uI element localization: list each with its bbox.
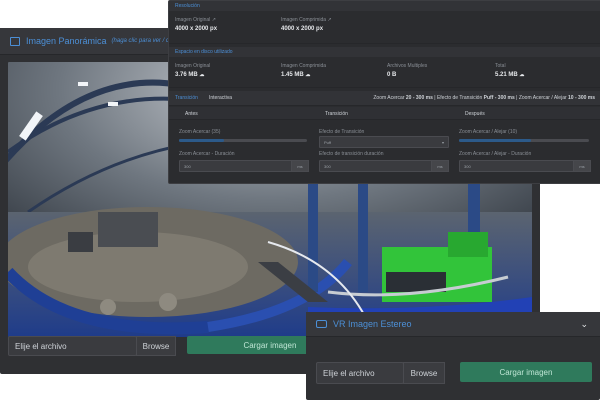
vr-upload-label: Cargar imagen xyxy=(499,367,553,377)
external-link-icon[interactable]: ↗ xyxy=(212,17,216,23)
cloud-icon: ☁ xyxy=(519,72,525,78)
zoom-summary-prefix: Zoom Acercar xyxy=(373,95,405,101)
zoom-in-duration-input[interactable]: 300 xyxy=(179,160,293,172)
vr-goggles-icon xyxy=(316,320,327,328)
zoom-inout-duration-input[interactable]: 300 xyxy=(459,160,575,172)
storage-original-col: Imagen Original 3.76 MB ☁ xyxy=(175,63,210,78)
chevron-down-icon[interactable]: ⌄ xyxy=(580,319,588,330)
panorama-title: Imagen Panorámica xyxy=(26,36,107,46)
transition-duration-unit: ms xyxy=(431,160,449,172)
zoom-summary-mid: | Efecto de Transición xyxy=(434,95,483,101)
original-image-value: 4000 x 2000 px xyxy=(175,26,218,32)
storage-multi-value: 0 B xyxy=(387,72,397,78)
chevron-down-icon: ▾ xyxy=(441,139,444,145)
zoom-in-duration-unit: ms xyxy=(291,160,309,172)
tab-interactive[interactable]: Interactiva xyxy=(209,95,232,101)
storage-multi-col: Archivos Multiples 0 B xyxy=(387,63,427,78)
storage-section: Espacio en disco utilizado Imagen Origin… xyxy=(169,47,600,88)
vr-panel-header[interactable]: VR Imagen Estereo ⌄ xyxy=(306,312,600,337)
storage-multi-label: Archivos Multiples xyxy=(387,63,428,69)
panorama-browse-label: Browse xyxy=(142,341,170,351)
vr-file-placeholder: Elije el archivo xyxy=(323,368,375,378)
cloud-icon: ☁ xyxy=(199,72,205,78)
zoom-inout-duration-label: Zoom Acercar / Alejar - Duración xyxy=(459,151,532,157)
tab-transition[interactable]: Transición xyxy=(175,95,198,101)
effect-select[interactable]: Puff ▾ xyxy=(319,136,449,148)
storage-compressed-col: Imagen Comprimida 1.45 MB ☁ xyxy=(281,63,326,78)
zoom-in-slider-fill xyxy=(179,139,224,142)
vr-browse-button[interactable]: Browse xyxy=(403,362,445,384)
external-link-icon[interactable]: ↗ xyxy=(327,17,331,23)
zoom-in-label: Zoom Acercar (35) xyxy=(179,129,221,135)
panorama-browse-button[interactable]: Browse xyxy=(136,336,176,356)
image-icon xyxy=(10,36,20,46)
resolution-title: Resolución xyxy=(175,3,200,9)
zoom-summary-a: 20 - 300 ms xyxy=(405,95,433,101)
settings-overlay: Resolución Imagen Original ↗ 4000 x 2000… xyxy=(168,0,600,184)
vr-panel: VR Imagen Estereo ⌄ Elije el archivo Bro… xyxy=(306,312,600,400)
zoom-in-duration-value: 300 xyxy=(184,163,191,169)
storage-compressed-label: Imagen Comprimida xyxy=(281,63,327,69)
col-before: Antes xyxy=(185,111,198,117)
vr-browse-label: Browse xyxy=(410,368,438,378)
col-after: Después xyxy=(465,111,485,117)
panorama-upload-label: Cargar imagen xyxy=(243,340,297,350)
panorama-file-input[interactable]: Elije el archivo xyxy=(8,336,137,356)
transition-duration-label: Efecto de transición duración xyxy=(319,151,384,157)
storage-title: Espacio en disco utilizado xyxy=(175,49,233,55)
compressed-image-label: Imagen Comprimida xyxy=(281,17,327,23)
vr-title: VR Imagen Estereo xyxy=(333,319,412,329)
transition-duration-value: 300 xyxy=(324,163,331,169)
transition-tab-row: Transición Interactiva Zoom Acercar 20 -… xyxy=(169,91,600,106)
storage-total-label: Total xyxy=(495,63,506,69)
effect-value: Puff xyxy=(324,139,332,145)
resolution-section: Resolución Imagen Original ↗ 4000 x 2000… xyxy=(169,1,600,44)
original-image-col: Imagen Original ↗ 4000 x 2000 px xyxy=(175,17,217,32)
storage-total-col: Total 5.21 MB ☁ xyxy=(495,63,524,78)
transition-columns-header: Antes Transición Después xyxy=(169,107,600,120)
storage-header: Espacio en disco utilizado xyxy=(169,47,600,57)
transition-settings: Antes Transición Después Zoom Acercar (3… xyxy=(169,107,600,183)
cloud-icon: ☁ xyxy=(305,72,311,78)
compressed-image-col: Imagen Comprimida ↗ 4000 x 2000 px xyxy=(281,17,332,32)
panorama-file-placeholder: Elije el archivo xyxy=(15,341,67,351)
effect-label: Efecto de Transición xyxy=(319,129,365,135)
storage-total-value: 5.21 MB xyxy=(495,72,518,78)
storage-original-label: Imagen Original xyxy=(175,63,211,69)
zoom-summary: Zoom Acercar 20 - 300 ms | Efecto de Tra… xyxy=(373,95,595,101)
storage-compressed-value: 1.45 MB xyxy=(281,72,304,78)
original-image-label: Imagen Original xyxy=(175,17,211,23)
transition-duration-input[interactable]: 300 xyxy=(319,160,433,172)
resolution-header: Resolución xyxy=(169,1,600,11)
zoom-inout-label: Zoom Acercar / Alejar (10) xyxy=(459,129,518,135)
zoom-inout-duration-value: 300 xyxy=(464,163,471,169)
vr-upload-button[interactable]: Cargar imagen xyxy=(460,362,592,382)
zoom-summary-b: Puff - 300 ms xyxy=(483,95,515,101)
zoom-summary-mid2: | Zoom Acercar / Alejar xyxy=(516,95,567,101)
col-transition: Transición xyxy=(325,111,348,117)
zoom-inout-slider-fill xyxy=(459,139,531,142)
compressed-image-value: 4000 x 2000 px xyxy=(281,26,324,32)
storage-original-value: 3.76 MB xyxy=(175,72,198,78)
zoom-inout-duration-unit: ms xyxy=(573,160,591,172)
vr-file-input[interactable]: Elije el archivo xyxy=(316,362,404,384)
zoom-in-duration-label: Zoom Acercar - Duración xyxy=(179,151,235,157)
zoom-summary-c: 10 - 300 ms xyxy=(568,95,595,101)
